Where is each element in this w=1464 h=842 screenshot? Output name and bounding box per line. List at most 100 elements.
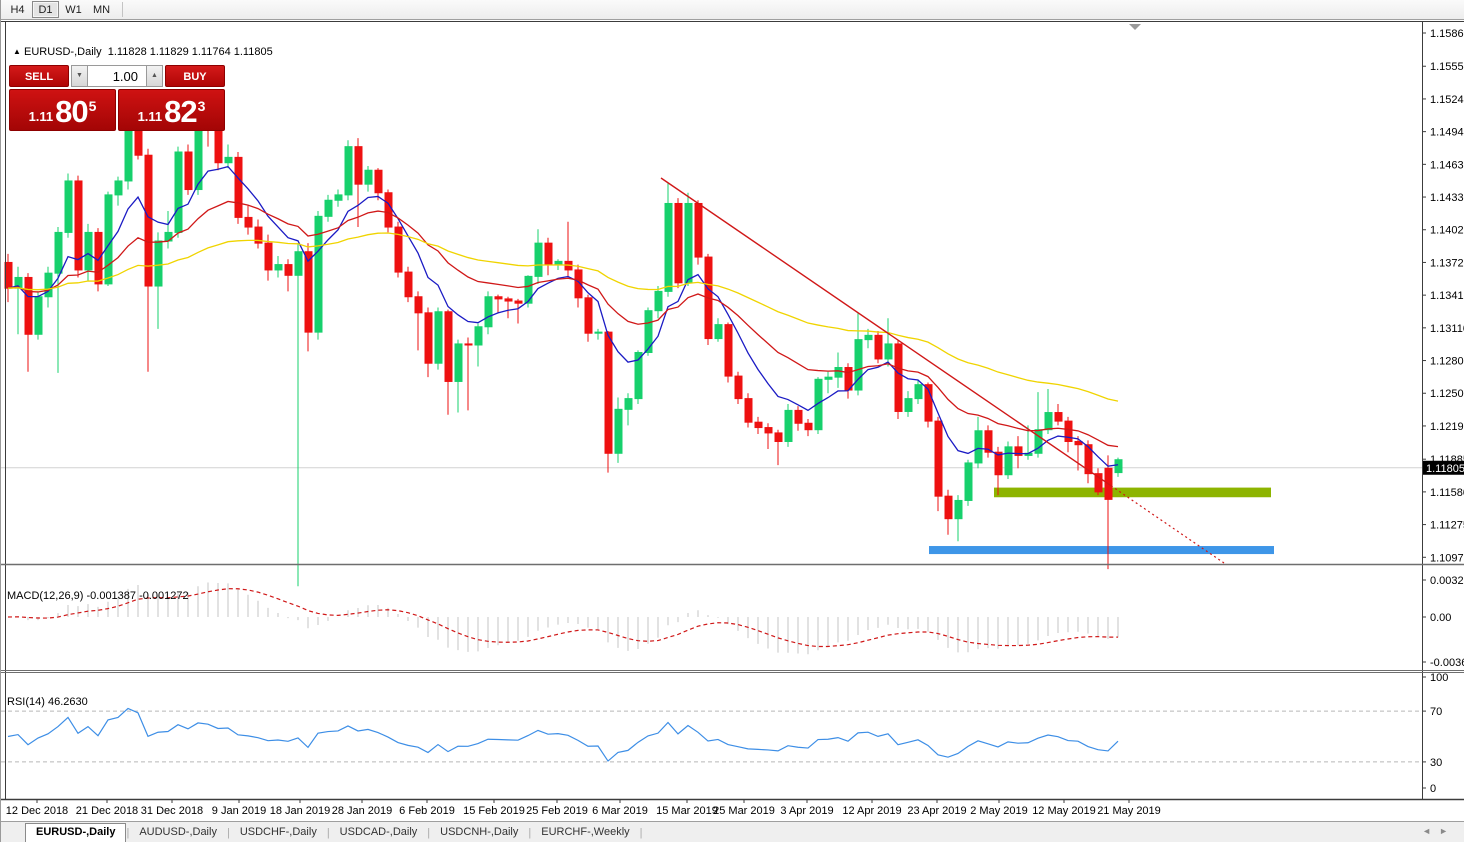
candle-body bbox=[435, 312, 442, 363]
candle-body bbox=[965, 463, 972, 501]
timeframe-button-mn[interactable]: MN bbox=[88, 1, 115, 18]
volume-stepper: ▼ ▲ bbox=[71, 65, 163, 87]
candle-body bbox=[175, 152, 182, 232]
sell-price-pip: 5 bbox=[89, 99, 97, 113]
sell-button[interactable]: SELL bbox=[9, 65, 69, 87]
chart-tab-usdcnh[interactable]: USDCNH-,Daily bbox=[430, 824, 528, 842]
candle-body bbox=[285, 265, 292, 276]
date-axis-label: 21 Dec 2018 bbox=[76, 805, 138, 817]
candle-body bbox=[1115, 460, 1122, 473]
buy-quote-button[interactable]: 1.11823 bbox=[118, 89, 225, 131]
candle-body bbox=[945, 496, 952, 519]
date-axis-label: 18 Jan 2019 bbox=[270, 805, 331, 817]
chart-canvas[interactable]: 1.158601.155501.152451.149401.146351.143… bbox=[1, 20, 1464, 842]
candle-body bbox=[135, 131, 142, 156]
candle-body bbox=[1065, 421, 1072, 441]
date-axis[interactable] bbox=[37, 800, 1129, 803]
candle-body bbox=[85, 232, 92, 270]
price-axis-label: 1.15245 bbox=[1430, 94, 1464, 106]
price-axis-label: 1.13110 bbox=[1430, 323, 1464, 335]
tab-scroll-right-icon[interactable]: ► bbox=[1439, 826, 1456, 836]
resistance-band-green[interactable] bbox=[994, 488, 1271, 498]
candle-body bbox=[335, 195, 342, 200]
candle-body bbox=[835, 368, 842, 378]
chart-tab-audusd[interactable]: AUDUSD-,Daily bbox=[129, 824, 227, 842]
macd-label: MACD(12,26,9) -0.001387 -0.001272 bbox=[7, 590, 189, 602]
rsi-line bbox=[8, 708, 1118, 761]
price-axis-label: 1.10970 bbox=[1430, 552, 1464, 564]
volume-decrease-button[interactable]: ▼ bbox=[71, 65, 88, 87]
volume-input[interactable] bbox=[88, 65, 146, 87]
tab-separator: | bbox=[640, 825, 643, 842]
candle-body bbox=[355, 147, 362, 185]
chart-tab-usdcad[interactable]: USDCAD-,Daily bbox=[330, 824, 428, 842]
rsi-axis-label: 30 bbox=[1430, 757, 1442, 769]
chart-title: ▲ EURUSD-,Daily 1.11828 1.11829 1.11764 … bbox=[13, 46, 273, 58]
candle-body bbox=[755, 422, 762, 427]
candle-body bbox=[505, 299, 512, 301]
tab-scroll-left-icon[interactable]: ◄ bbox=[1422, 826, 1439, 836]
candle-body bbox=[105, 195, 112, 284]
rsi-axis-label: 100 bbox=[1430, 672, 1448, 684]
chart-area: 1.158601.155501.152451.149401.146351.143… bbox=[1, 20, 1464, 842]
candle-body bbox=[305, 252, 312, 332]
date-axis-label: 2 May 2019 bbox=[970, 805, 1027, 817]
scroll-to-end-icon[interactable] bbox=[1129, 24, 1141, 30]
price-axis-label: 1.14940 bbox=[1430, 127, 1464, 139]
buy-button[interactable]: BUY bbox=[165, 65, 225, 87]
date-axis-label: 15 Feb 2019 bbox=[463, 805, 525, 817]
sell-quote-button[interactable]: 1.11805 bbox=[9, 89, 116, 131]
candle-body bbox=[185, 152, 192, 190]
candle-body bbox=[405, 272, 412, 297]
sell-price-base: 1.11 bbox=[29, 107, 54, 127]
collapse-arrow-icon[interactable]: ▲ bbox=[13, 47, 21, 56]
candle-body bbox=[585, 298, 592, 333]
chart-tab-usdchf[interactable]: USDCHF-,Daily bbox=[230, 824, 327, 842]
price-axis-label: 1.13720 bbox=[1430, 257, 1464, 269]
candle-body bbox=[155, 241, 162, 286]
candle-body bbox=[675, 203, 682, 282]
candle-body bbox=[825, 377, 832, 379]
candle-body bbox=[225, 157, 232, 162]
toolbar-separator bbox=[122, 2, 123, 17]
candle-body bbox=[75, 181, 82, 270]
date-axis-label: 31 Dec 2018 bbox=[141, 805, 203, 817]
candle-body bbox=[1055, 413, 1062, 422]
candle-body bbox=[785, 410, 792, 441]
candle-body bbox=[1005, 447, 1012, 475]
candlesticks bbox=[5, 108, 1122, 586]
candle-body bbox=[245, 217, 252, 227]
candle-body bbox=[515, 301, 522, 303]
candle-body bbox=[45, 273, 52, 297]
candle-body bbox=[795, 410, 802, 423]
candle-body bbox=[955, 500, 962, 518]
chart-tab-eurusd[interactable]: EURUSD-,Daily bbox=[25, 823, 126, 842]
chart-tab-eurchf[interactable]: EURCHF-,Weekly bbox=[531, 824, 639, 842]
date-axis-label: 12 Apr 2019 bbox=[842, 805, 901, 817]
candle-body bbox=[595, 332, 602, 333]
candle-body bbox=[725, 325, 732, 376]
timeframe-button-h4[interactable]: H4 bbox=[4, 1, 31, 18]
candle-body bbox=[805, 423, 812, 429]
timeframe-toolbar: H4D1W1MN bbox=[1, 0, 1464, 20]
candle-body bbox=[905, 399, 912, 412]
candle-body bbox=[95, 232, 102, 283]
candle-body bbox=[865, 335, 872, 339]
candle-body bbox=[5, 262, 12, 288]
candle-body bbox=[975, 431, 982, 463]
price-axis-label: 1.14635 bbox=[1430, 159, 1464, 171]
volume-increase-button[interactable]: ▲ bbox=[146, 65, 163, 87]
candle-body bbox=[375, 170, 382, 193]
support-band-blue[interactable] bbox=[929, 546, 1274, 554]
timeframe-button-d1[interactable]: D1 bbox=[32, 1, 59, 18]
candle-body bbox=[455, 344, 462, 382]
tab-scroll-arrows[interactable]: ◄► bbox=[1422, 826, 1456, 836]
candle-body bbox=[25, 277, 32, 334]
candle-body bbox=[545, 243, 552, 264]
price-axis-label: 1.15860 bbox=[1430, 28, 1464, 40]
timeframe-button-w1[interactable]: W1 bbox=[60, 1, 87, 18]
candle-body bbox=[915, 385, 922, 399]
date-axis-label: 12 Dec 2018 bbox=[6, 805, 68, 817]
candle-body bbox=[365, 170, 372, 184]
date-axis-label: 28 Jan 2019 bbox=[332, 805, 393, 817]
